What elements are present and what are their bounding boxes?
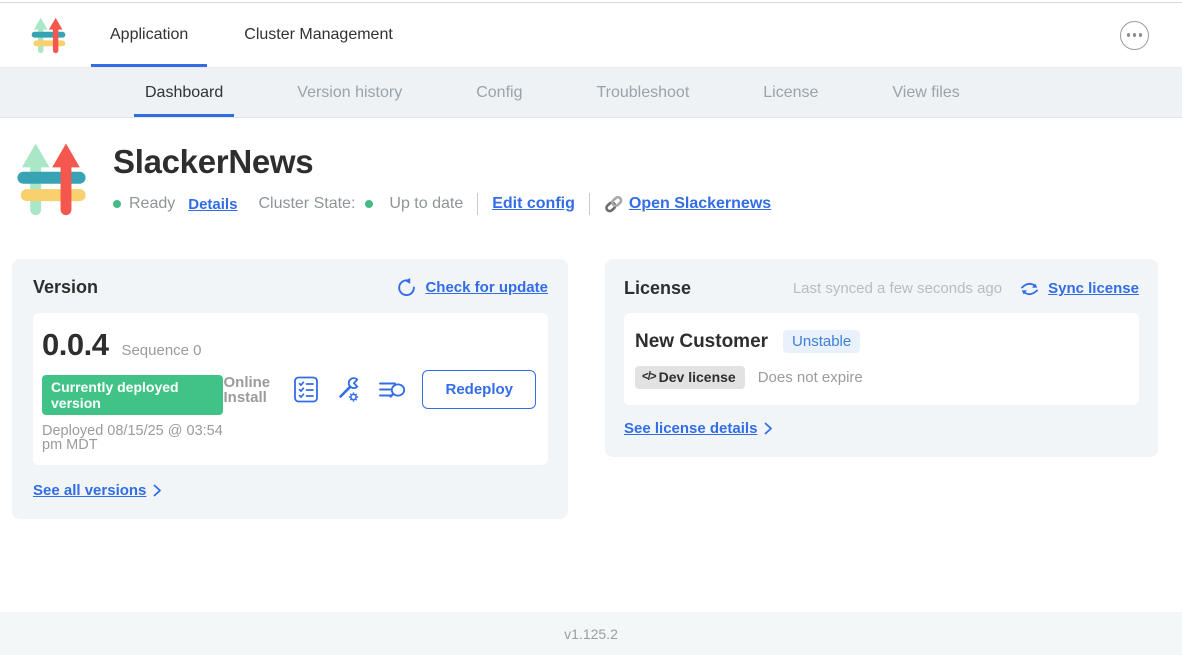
status-row: Ready Details Cluster State: Up to date … (113, 193, 771, 215)
top-nav-spacer (412, 3, 1120, 67)
dev-license-label: Dev license (659, 369, 736, 385)
open-app-group[interactable]: Open Slackernews (604, 195, 771, 213)
check-update-group[interactable]: Check for update (396, 277, 548, 298)
tab-config[interactable]: Config (465, 71, 533, 117)
footer: v1.125.2 (0, 612, 1182, 655)
sync-icon (1019, 279, 1040, 299)
see-license-details-label: See license details (624, 420, 757, 437)
cluster-state-label: Cluster State: (258, 195, 355, 213)
license-card-title: License (624, 278, 691, 299)
dev-license-badge: </> Dev license (635, 366, 745, 389)
customer-name: New Customer (635, 331, 768, 353)
page-title: SlackerNews (113, 143, 771, 181)
version-card: Version Check for update 0.0.4 Sequence (12, 259, 568, 519)
install-type-label: Online Install (223, 375, 277, 405)
app-header: SlackerNews Ready Details Cluster State:… (0, 118, 1182, 222)
view-logs-icon[interactable] (378, 377, 406, 403)
license-card: License Last synced a few seconds ago Sy… (605, 259, 1158, 457)
divider (477, 193, 478, 215)
top-nav: Application Cluster Management (0, 3, 1182, 68)
divider (589, 193, 590, 215)
deployed-timestamp: Deployed 08/15/25 @ 03:54 pm MDT (42, 424, 223, 452)
chevron-right-icon (153, 484, 162, 497)
ellipsis-menu-icon[interactable] (1120, 21, 1149, 50)
dashboard-main: SlackerNews Ready Details Cluster State:… (0, 118, 1182, 519)
app-subnav: Dashboard Version history Config Trouble… (0, 68, 1182, 118)
refresh-icon (396, 277, 417, 298)
edit-config-wrench-icon[interactable] (335, 376, 362, 403)
code-icon: </> (642, 371, 656, 383)
chevron-right-icon (764, 422, 773, 435)
currently-deployed-badge: Currently deployed version (42, 375, 223, 415)
sync-license-group[interactable]: Sync license (1019, 279, 1139, 299)
see-all-versions-link[interactable]: See all versions (33, 482, 162, 499)
admin-console-page: Application Cluster Management Dashboard… (0, 0, 1182, 655)
dashboard-cards: Version Check for update 0.0.4 Sequence (0, 222, 1182, 519)
tab-view-files[interactable]: View files (881, 71, 970, 117)
check-for-update-link[interactable]: Check for update (425, 279, 548, 296)
expiry-label: Does not expire (758, 369, 863, 386)
channel-badge: Unstable (783, 330, 860, 353)
preflight-checks-icon[interactable] (293, 376, 319, 403)
cluster-state-value: Up to date (389, 195, 463, 213)
open-slackernews-link[interactable]: Open Slackernews (629, 195, 771, 213)
slackernews-logo-small (30, 15, 67, 56)
cluster-state-dot-icon (365, 200, 373, 208)
edit-config-link[interactable]: Edit config (492, 195, 575, 213)
current-version-panel: 0.0.4 Sequence 0 Currently deployed vers… (33, 313, 548, 465)
sequence-label: Sequence 0 (121, 342, 201, 359)
redeploy-button[interactable]: Redeploy (422, 370, 536, 409)
tab-version-history[interactable]: Version history (286, 71, 413, 117)
slackernews-logo-large (14, 140, 89, 222)
last-synced-label: Last synced a few seconds ago (793, 280, 1002, 297)
tab-dashboard[interactable]: Dashboard (134, 71, 234, 117)
chain-link-icon (604, 195, 624, 213)
details-link[interactable]: Details (188, 196, 237, 213)
tab-cluster-management[interactable]: Cluster Management (225, 6, 412, 67)
status-ready-dot-icon (113, 200, 121, 208)
tab-license[interactable]: License (752, 71, 829, 117)
primary-tabs: Application Cluster Management (91, 3, 412, 67)
tab-application[interactable]: Application (91, 6, 207, 67)
license-details-panel: New Customer Unstable </> Dev license Do… (624, 313, 1139, 405)
tab-troubleshoot[interactable]: Troubleshoot (585, 71, 700, 117)
version-number: 0.0.4 (42, 327, 108, 363)
console-version: v1.125.2 (564, 626, 618, 642)
sync-license-link[interactable]: Sync license (1048, 280, 1139, 297)
see-license-details-link[interactable]: See license details (624, 420, 773, 437)
status-label: Ready (129, 195, 175, 213)
version-card-title: Version (33, 277, 98, 298)
see-all-versions-label: See all versions (33, 482, 146, 499)
